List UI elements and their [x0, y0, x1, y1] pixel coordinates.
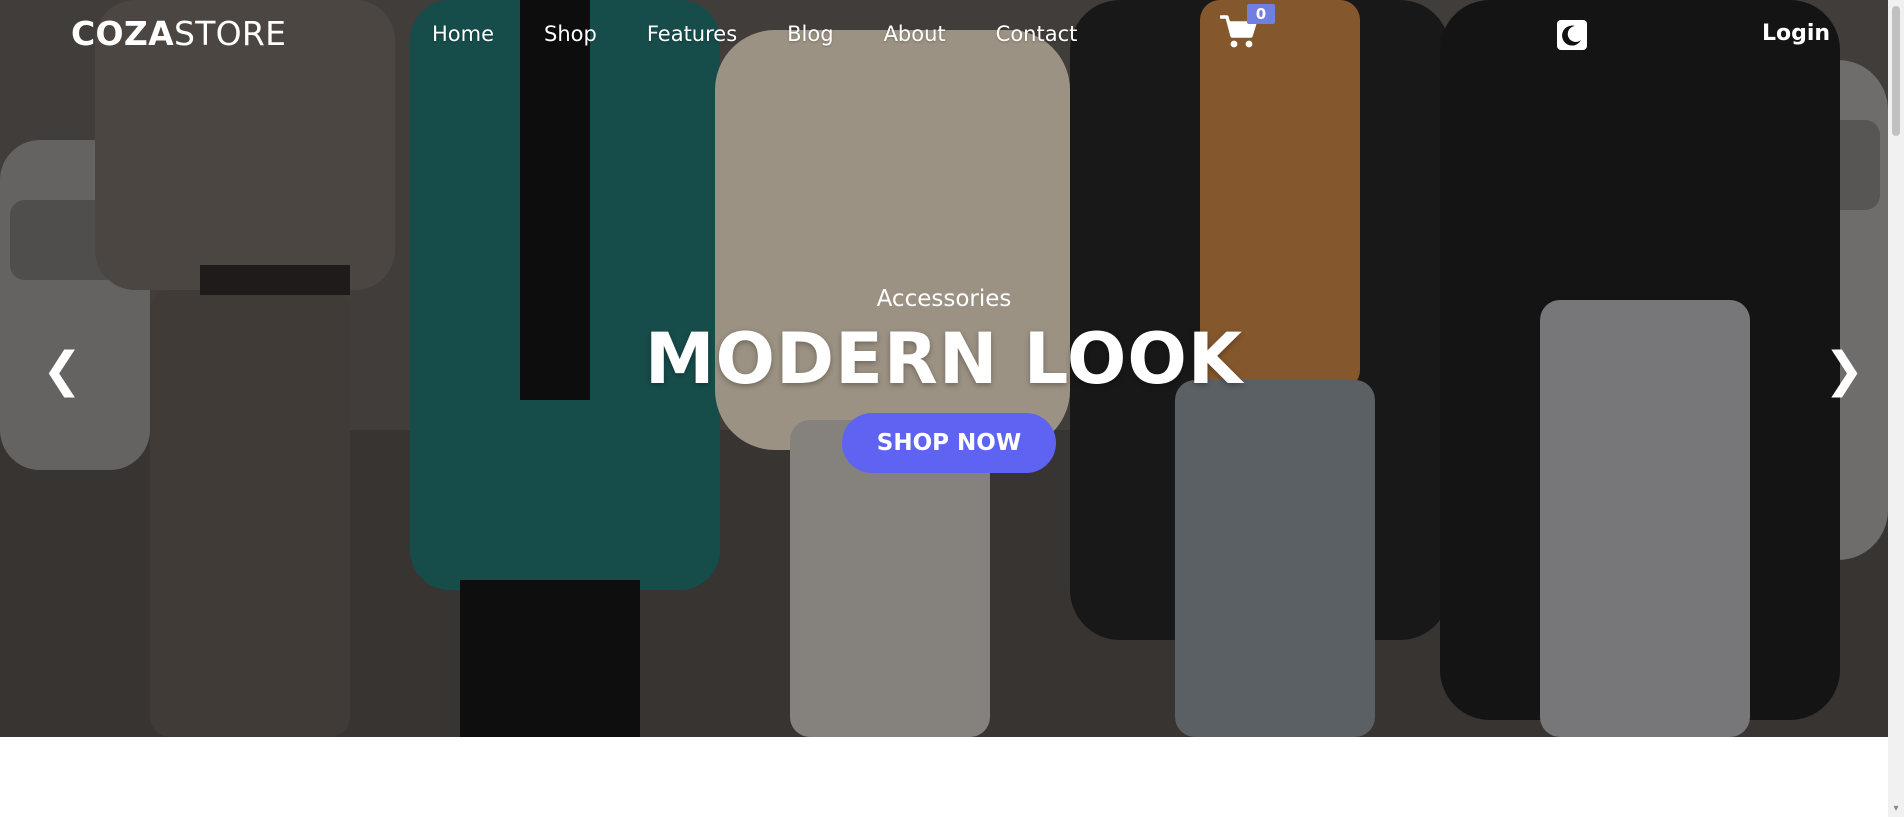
moon-icon: [1562, 25, 1581, 46]
hero-slider: COZASTORE Home Shop Features Blog About …: [0, 0, 1888, 737]
scrollbar-thumb[interactable]: [1892, 6, 1900, 136]
site-header: COZASTORE Home Shop Features Blog About …: [0, 0, 1888, 72]
nav-blog[interactable]: Blog: [787, 22, 833, 46]
chevron-left-icon[interactable]: ❮: [42, 346, 82, 394]
slide-subtitle: Accessories: [876, 286, 1012, 312]
cart-count-badge: 0: [1247, 4, 1275, 24]
main-nav: Home Shop Features Blog About Contact: [432, 22, 1127, 46]
chevron-right-icon[interactable]: ❯: [1824, 346, 1864, 394]
nav-contact[interactable]: Contact: [996, 22, 1078, 46]
slide-title: MODERN LOOK: [644, 318, 1244, 400]
shop-now-button[interactable]: SHOP NOW: [842, 413, 1056, 473]
page-scrollbar[interactable]: ▾: [1888, 0, 1904, 817]
logo-light-text: STORE: [173, 14, 287, 53]
nav-features[interactable]: Features: [647, 22, 737, 46]
logo-bold-text: COZA: [71, 14, 174, 53]
site-logo[interactable]: COZASTORE: [71, 14, 286, 53]
cart-button[interactable]: 0: [1219, 4, 1275, 54]
nav-shop[interactable]: Shop: [544, 22, 597, 46]
theme-toggle-button[interactable]: [1557, 20, 1587, 50]
nav-home[interactable]: Home: [432, 22, 494, 46]
nav-about[interactable]: About: [884, 22, 946, 46]
scroll-down-arrow-icon[interactable]: ▾: [1890, 803, 1902, 815]
login-link[interactable]: Login: [1762, 21, 1830, 46]
page: COZASTORE Home Shop Features Blog About …: [0, 0, 1904, 817]
